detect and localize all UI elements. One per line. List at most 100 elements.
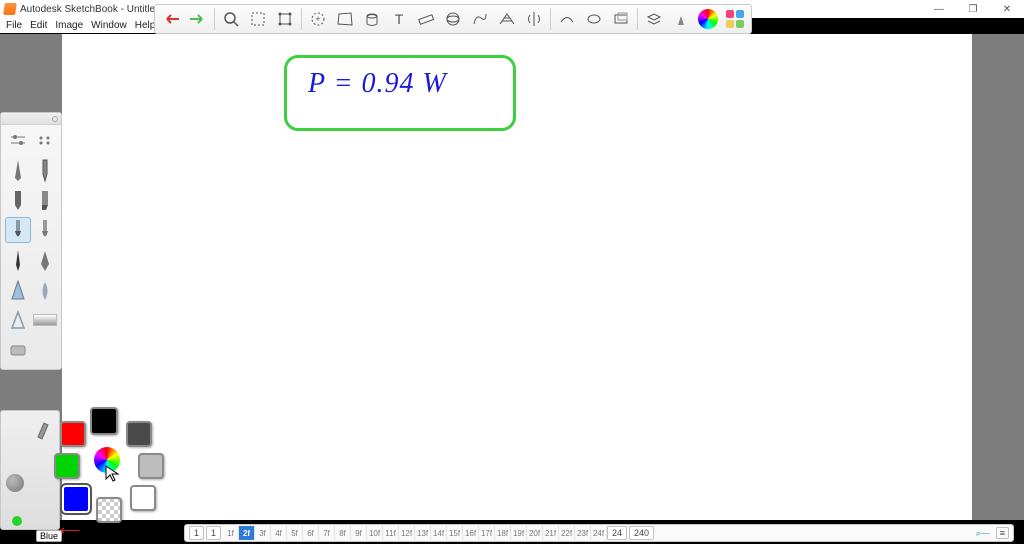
distort-button[interactable] <box>333 7 357 31</box>
svg-text:T: T <box>395 11 404 27</box>
frame-1f[interactable]: 1f <box>223 526 239 540</box>
menu-window[interactable]: Window <box>87 20 131 31</box>
lasso-add-button[interactable]: + <box>306 7 330 31</box>
undo-button[interactable] <box>159 7 183 31</box>
frame-11f[interactable]: 11f <box>383 526 399 540</box>
frame-14f[interactable]: 14f <box>431 526 447 540</box>
brush-paintbrush[interactable] <box>5 217 31 243</box>
frame-23f[interactable]: 23f <box>575 526 591 540</box>
timeline-frames[interactable]: 1f 2f 3f 4f 5f 6f 7f 8f 9f 10f 11f 12f 1… <box>223 526 607 540</box>
app-icon <box>3 3 17 15</box>
ellipse-shape-button[interactable] <box>582 7 606 31</box>
frame-16f[interactable]: 16f <box>463 526 479 540</box>
brush-palette <box>0 112 62 370</box>
frame-9f[interactable]: 9f <box>351 526 367 540</box>
close-button[interactable]: ✕ <box>990 0 1024 18</box>
frame-19f[interactable]: 19f <box>511 526 527 540</box>
ruler-button[interactable] <box>414 7 438 31</box>
color-wheel-icon <box>698 9 718 29</box>
brush-chisel[interactable] <box>32 187 58 213</box>
frame-13f[interactable]: 13f <box>415 526 431 540</box>
app-title: Autodesk SketchBook - Untitled <box>20 4 161 15</box>
layers-button[interactable] <box>642 7 666 31</box>
symmetry-button[interactable] <box>522 7 546 31</box>
brush-cone[interactable] <box>5 277 31 303</box>
frame-7f[interactable]: 7f <box>319 526 335 540</box>
timeline-end[interactable]: 24 <box>607 526 627 540</box>
swatch-lightgray[interactable] <box>138 453 164 479</box>
steady-stroke-button[interactable] <box>555 7 579 31</box>
brush-eraser[interactable] <box>5 337 31 363</box>
frame-4f[interactable]: 4f <box>271 526 287 540</box>
swatch-transparent[interactable] <box>96 497 122 523</box>
french-curve-button[interactable] <box>468 7 492 31</box>
frame-15f[interactable]: 15f <box>447 526 463 540</box>
keyframe-icon[interactable]: ⌕━ <box>976 528 990 539</box>
swatch-darkgray[interactable] <box>126 421 152 447</box>
color-swatches <box>50 407 170 527</box>
active-color-indicator <box>12 516 22 526</box>
brush-triangle[interactable] <box>5 307 31 333</box>
minimize-button[interactable]: — <box>922 0 956 18</box>
transform-button[interactable] <box>273 7 297 31</box>
crop-button[interactable] <box>246 7 270 31</box>
frame-2f[interactable]: 2f <box>239 526 255 540</box>
fill-button[interactable] <box>360 7 384 31</box>
brush-gradient[interactable] <box>32 307 58 333</box>
brush-nib[interactable] <box>32 247 58 273</box>
ellipse-guide-button[interactable] <box>441 7 465 31</box>
swatch-black[interactable] <box>90 407 118 435</box>
drawing-canvas[interactable] <box>62 34 972 520</box>
frame-8f[interactable]: 8f <box>335 526 351 540</box>
main-toolbar: + T <box>154 4 752 34</box>
brush-icon-button[interactable] <box>669 7 693 31</box>
text-button[interactable]: T <box>387 7 411 31</box>
timeline-start[interactable]: 1 <box>189 526 204 540</box>
menu-image[interactable]: Image <box>51 20 87 31</box>
brush-library-icon[interactable] <box>32 127 58 153</box>
menu-edit[interactable]: Edit <box>26 20 51 31</box>
brush-smudge[interactable] <box>32 277 58 303</box>
swatch-green[interactable] <box>54 453 80 479</box>
brush-ink[interactable] <box>5 247 31 273</box>
timeline-pos[interactable]: 1 <box>206 526 221 540</box>
swatch-blue[interactable] <box>62 485 90 513</box>
frame-24f[interactable]: 24f <box>591 526 607 540</box>
color-tooltip: Blue <box>36 530 62 542</box>
brush-palette-header[interactable] <box>1 113 61 125</box>
brush-marker[interactable] <box>5 187 31 213</box>
frame-3f[interactable]: 3f <box>255 526 271 540</box>
brush-properties-icon[interactable] <box>5 127 31 153</box>
redo-button[interactable] <box>186 7 210 31</box>
brush-techpen[interactable] <box>32 157 58 183</box>
color-wheel-center[interactable] <box>94 447 120 473</box>
frame-17f[interactable]: 17f <box>479 526 495 540</box>
timeline-menu-icon[interactable]: ≡ <box>996 527 1009 539</box>
zoom-button[interactable] <box>219 7 243 31</box>
brush-pencil[interactable] <box>5 157 31 183</box>
frame-21f[interactable]: 21f <box>543 526 559 540</box>
brush-empty <box>32 337 58 363</box>
frame-6f[interactable]: 6f <box>303 526 319 540</box>
menu-bar: File Edit Image Window Help <box>0 18 161 33</box>
swatch-white[interactable] <box>130 485 156 511</box>
frame-22f[interactable]: 22f <box>559 526 575 540</box>
rect-shape-button[interactable] <box>609 7 633 31</box>
perspective-button[interactable] <box>495 7 519 31</box>
frame-12f[interactable]: 12f <box>399 526 415 540</box>
frame-18f[interactable]: 18f <box>495 526 511 540</box>
brush-airbrush-hard[interactable] <box>32 217 58 243</box>
annotation-text: P = 0.94 W <box>308 68 447 100</box>
menu-file[interactable]: File <box>2 20 26 31</box>
color-wheel-button[interactable] <box>696 7 720 31</box>
timeline-total[interactable]: 240 <box>629 526 654 540</box>
maximize-button[interactable]: ❐ <box>956 0 990 18</box>
swatch-red[interactable] <box>60 421 86 447</box>
frame-20f[interactable]: 20f <box>527 526 543 540</box>
frame-5f[interactable]: 5f <box>287 526 303 540</box>
brush-size-puck[interactable] <box>6 474 24 492</box>
puck-undo-icon[interactable]: ⟵ <box>60 522 80 539</box>
svg-text:+: + <box>315 14 320 24</box>
frame-10f[interactable]: 10f <box>367 526 383 540</box>
library-button[interactable] <box>723 7 747 31</box>
